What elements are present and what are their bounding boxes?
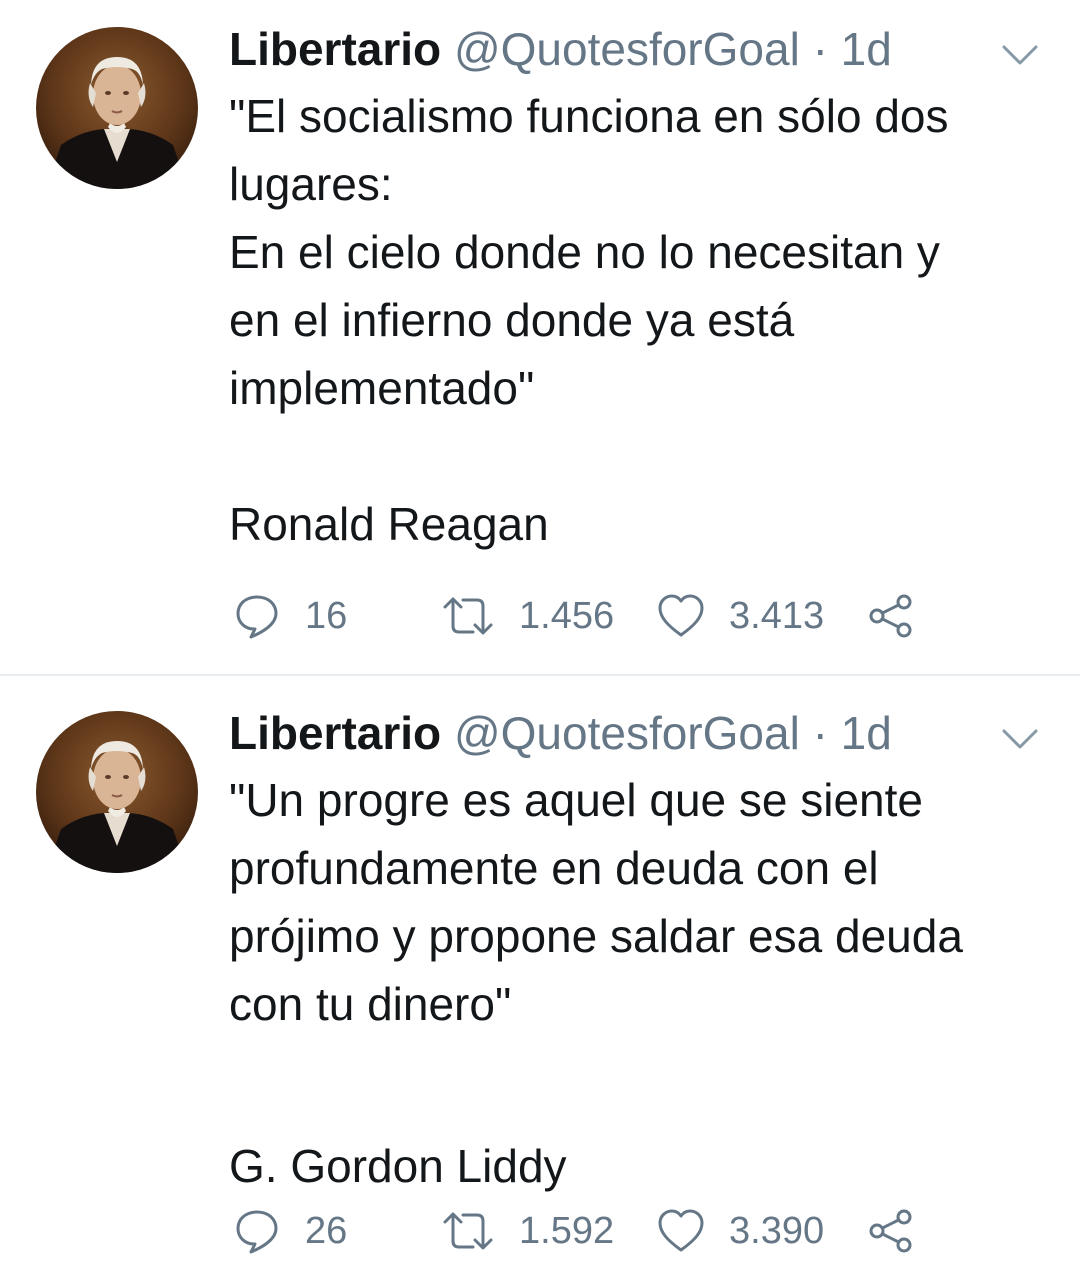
share-icon: [869, 1209, 912, 1253]
tweet-text-line: implementado": [229, 362, 535, 414]
timestamp[interactable]: · 1d: [813, 707, 892, 759]
tweet-text-line: Ronald Reagan: [229, 498, 549, 550]
avatar[interactable]: [36, 27, 198, 189]
chevron-down-icon[interactable]: [1000, 726, 1040, 752]
like-button[interactable]: 3.390: [657, 1206, 824, 1256]
share-button[interactable]: [867, 591, 915, 641]
reply-count: 26: [305, 1210, 348, 1252]
retweet-icon: [443, 1212, 493, 1250]
avatar[interactable]: [36, 711, 198, 873]
tweet-text-line: en el infierno donde ya está: [229, 294, 795, 346]
heart-icon: [658, 1209, 704, 1252]
tweet-text-line: prójimo y propone saldar esa deuda: [229, 910, 963, 962]
like-count: 3.390: [729, 1210, 825, 1252]
author-name[interactable]: Libertario: [229, 23, 441, 75]
reply-icon: [236, 1210, 278, 1254]
author-handle[interactable]: @QuotesforGoal: [454, 707, 800, 759]
tweet-header: Libertario @QuotesforGoal · 1d: [229, 706, 892, 760]
tweet-text-line: "El socialismo funciona en sólo dos: [229, 90, 949, 142]
reply-icon: [236, 595, 278, 639]
tweet-header: Libertario @QuotesforGoal · 1d: [229, 22, 892, 76]
tweet-text-line: En el cielo donde no lo necesitan y: [229, 226, 940, 278]
tweet-text-line: con tu dinero": [229, 978, 512, 1030]
tweet-text-line: lugares:: [229, 158, 393, 210]
author-handle[interactable]: @QuotesforGoal: [454, 23, 800, 75]
tweet-text-line: G. Gordon Liddy: [229, 1140, 567, 1192]
chevron-down-icon[interactable]: [1000, 42, 1040, 68]
tweet[interactable]: Libertario @QuotesforGoal · 1d "El socia…: [0, 0, 1080, 674]
timestamp[interactable]: · 1d: [813, 23, 892, 75]
reply-button[interactable]: 26: [233, 1206, 347, 1256]
like-button[interactable]: 3.413: [657, 591, 824, 641]
retweet-button[interactable]: 1.592: [441, 1206, 614, 1256]
tweet-actions: 16 1.456 3.413: [229, 591, 949, 641]
tweet-text: "El socialismo funciona en sólo dos luga…: [229, 82, 1059, 558]
heart-icon: [658, 594, 704, 637]
tweet-text: "Un progre es aquel que se siente profun…: [229, 766, 1059, 1200]
tweet-actions: 26 1.592 3.390: [229, 1206, 949, 1256]
tweet-text-line: "Un progre es aquel que se siente: [229, 774, 923, 826]
author-name[interactable]: Libertario: [229, 707, 441, 759]
retweet-count: 1.592: [519, 1210, 615, 1252]
share-icon: [869, 594, 912, 638]
reply-count: 16: [305, 595, 348, 637]
retweet-icon: [443, 597, 493, 635]
tweet[interactable]: Libertario @QuotesforGoal · 1d "Un progr…: [0, 676, 1080, 1277]
share-button[interactable]: [867, 1206, 915, 1256]
like-count: 3.413: [729, 595, 825, 637]
retweet-button[interactable]: 1.456: [441, 591, 614, 641]
reply-button[interactable]: 16: [233, 591, 347, 641]
tweet-text-line: profundamente en deuda con el: [229, 842, 879, 894]
retweet-count: 1.456: [519, 595, 615, 637]
